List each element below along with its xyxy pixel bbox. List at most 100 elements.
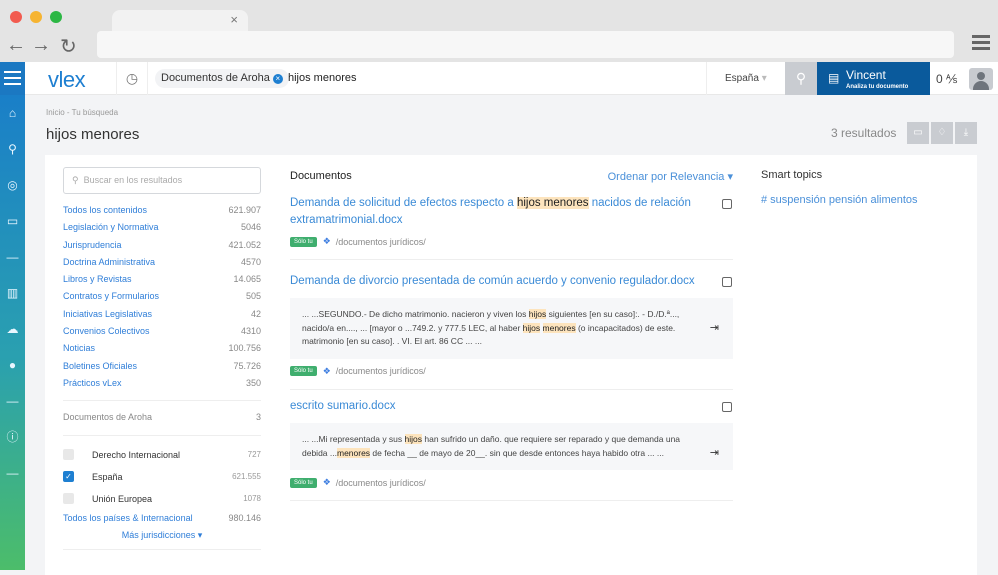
more-jurisdictions-link[interactable]: Más jurisdicciones ▾ [63, 530, 261, 541]
facet-type[interactable]: Convenios Colectivos 4310 [63, 323, 261, 340]
checkbox[interactable]: ✓ [63, 471, 74, 483]
facet-type[interactable]: Boletines Oficiales 75.726 [63, 358, 261, 375]
country-select[interactable]: España ▾ [706, 62, 784, 95]
chip-close-icon[interactable]: × [272, 74, 283, 84]
app-header: vlex ◷ Documentos de Aroha × hijos menore… [0, 62, 998, 95]
results-search-input[interactable]: ⚲ Buscar en los resultados [63, 167, 261, 194]
download-button[interactable]: ⤓ [955, 122, 977, 144]
document-title-link[interactable]: Demanda de divorcio presentada de común … [290, 273, 710, 290]
checkbox[interactable] [63, 449, 74, 461]
search-icon[interactable]: ⚲ [0, 131, 25, 167]
credits-counter[interactable]: 0 ⅍ [936, 72, 957, 86]
results-count: 3 resultados [831, 126, 897, 140]
vincent-label: Vincent [846, 68, 886, 82]
country-label: España [725, 73, 759, 84]
minimize-window-button[interactable] [30, 11, 42, 23]
checkbox[interactable] [63, 493, 74, 505]
compass-icon[interactable]: ◎ [0, 167, 25, 203]
smart-topic-link[interactable]: # suspensión pensión alimentos [761, 194, 918, 206]
tab-close-icon[interactable]: × [230, 12, 238, 27]
expand-snippet-icon[interactable]: ⇥ [710, 447, 719, 461]
text-segment: escrito sumario.docx [290, 400, 396, 412]
alert-bell-button[interactable]: ♢ [931, 122, 953, 144]
chart-icon[interactable]: ▥ [0, 275, 25, 311]
lightbulb-icon[interactable]: ● [0, 347, 25, 383]
text-segment: Demanda de solicitud de efectos respecto… [290, 197, 517, 209]
text-segment: de fecha __ de mayo de 20__. sin que des… [370, 447, 664, 458]
document-snippet: ... ...SEGUNDO.- De dicho matrimonio. na… [290, 298, 733, 359]
home-icon[interactable]: ⌂ [0, 95, 25, 131]
dropbox-icon: ❖ [322, 236, 331, 246]
chip-label: Documentos de Aroha [161, 72, 270, 84]
jurisdiction-checkbox[interactable]: Derecho Internacional 727 [63, 444, 261, 466]
browser-menu-icon[interactable] [972, 35, 990, 53]
hamburger-menu-icon[interactable] [0, 62, 25, 95]
close-window-button[interactable] [10, 11, 22, 23]
highlight: hijos [522, 322, 541, 333]
private-badge: Sólo tu [290, 236, 317, 247]
document-path: /documentos jurídicos/ [335, 477, 426, 488]
private-badge: Sólo tu [290, 366, 317, 376]
smart-topics: Smart topics # suspensión pensión alimen… [761, 169, 918, 206]
sort-dropdown[interactable]: Ordenar por Relevancia ▾ [608, 170, 733, 183]
address-bar[interactable] [97, 31, 954, 58]
avatar[interactable] [969, 68, 993, 90]
maximize-window-button[interactable] [50, 11, 62, 23]
results-card: ⚲ Buscar en los resultados Todos los con… [45, 155, 977, 575]
info-icon[interactable]: ⓘ [0, 419, 25, 455]
search-input[interactable]: hijos menores [288, 72, 356, 84]
select-checkbox[interactable] [722, 277, 732, 287]
facet-type[interactable]: Prácticos vLex 350 [63, 375, 261, 392]
forward-icon[interactable]: → [31, 34, 51, 57]
facet-type[interactable]: Iniciativas Legislativas 42 [63, 306, 261, 323]
facet-type[interactable]: Noticias 100.756 [63, 340, 261, 357]
browser-chrome: × ← → ↻ [0, 0, 998, 62]
cloud-icon[interactable]: ☁ [0, 311, 25, 347]
facet-all-countries[interactable]: Todos los países & Internacional 980.146 [63, 510, 261, 527]
highlight: hijos [528, 309, 547, 319]
jurisdiction-checkbox[interactable]: ✓ España 621.555 [63, 466, 261, 488]
vlex-logo[interactable]: vlex [48, 67, 86, 93]
smart-topics-heading: Smart topics [761, 169, 823, 181]
filter-chip[interactable]: Documentos de Aroha × [155, 69, 289, 88]
clipboard-icon: ▤ [828, 71, 840, 85]
sidebar: ⌂ ⚲ ◎ ▭ — ▥ ☁ ● — ⓘ — [0, 95, 25, 570]
back-icon[interactable]: ← [6, 34, 26, 57]
document-title-link[interactable]: Demanda de solicitud de efectos respecto… [290, 195, 710, 229]
facet-type[interactable]: Legislación y Normativa 5046 [63, 219, 261, 236]
facet-type[interactable]: Libros y Revistas 14.065 [63, 271, 261, 288]
facets-panel: ⚲ Buscar en los resultados Todos los con… [63, 167, 261, 558]
highlight: hijos menores [516, 197, 589, 209]
expand-snippet-icon[interactable]: ⇥ [710, 322, 719, 336]
save-folder-button[interactable]: ▭ [907, 122, 929, 144]
vincent-button[interactable]: ▤ Vincent Analiza tu documento [817, 62, 930, 95]
select-checkbox[interactable] [722, 402, 732, 412]
jurisdiction-checkbox[interactable]: Unión Europea 1078 [63, 488, 261, 510]
facet-type[interactable]: Doctrina Administrativa 4570 [63, 254, 261, 271]
document-path: /documentos jurídicos/ [335, 366, 426, 376]
breadcrumb[interactable]: Inicio - Tu búsqueda [46, 108, 118, 117]
search-button[interactable]: ⚲ [785, 62, 817, 95]
document-snippet: ... ...Mi representada y sus hijos han s… [290, 423, 733, 470]
facet-own-docs[interactable]: Documentos de Aroha 3 [63, 409, 261, 426]
facet-type[interactable]: Todos los contenidos 621.907 [63, 202, 261, 219]
select-checkbox[interactable] [722, 199, 732, 209]
dropbox-icon: ❖ [322, 477, 331, 487]
reload-icon[interactable]: ↻ [60, 34, 77, 59]
document-result: Demanda de solicitud de efectos respecto… [290, 195, 733, 260]
document-path: /documentos jurídicos/ [335, 236, 426, 247]
chevron-down-icon: ▾ [761, 73, 767, 84]
facet-type[interactable]: Contratos y Formularios 505 [63, 288, 261, 305]
folder-icon[interactable]: ▭ [0, 203, 25, 239]
document-title-link[interactable]: escrito sumario.docx [290, 398, 710, 415]
history-icon[interactable]: ◷ [116, 62, 148, 95]
page-title: hijos menores [46, 126, 140, 143]
document-result: Demanda de divorcio presentada de común … [290, 273, 733, 390]
text-segment: ... ...SEGUNDO.- De dicho matrimonio. na… [302, 309, 529, 319]
facet-type[interactable]: Jurisprudencia 421.052 [63, 237, 261, 254]
browser-tab[interactable]: × [112, 10, 248, 32]
text-segment: ... ...Mi representada y sus [302, 434, 405, 444]
documents-heading: Documentos [290, 170, 352, 182]
divider: — [6, 394, 19, 408]
divider: — [6, 466, 19, 480]
